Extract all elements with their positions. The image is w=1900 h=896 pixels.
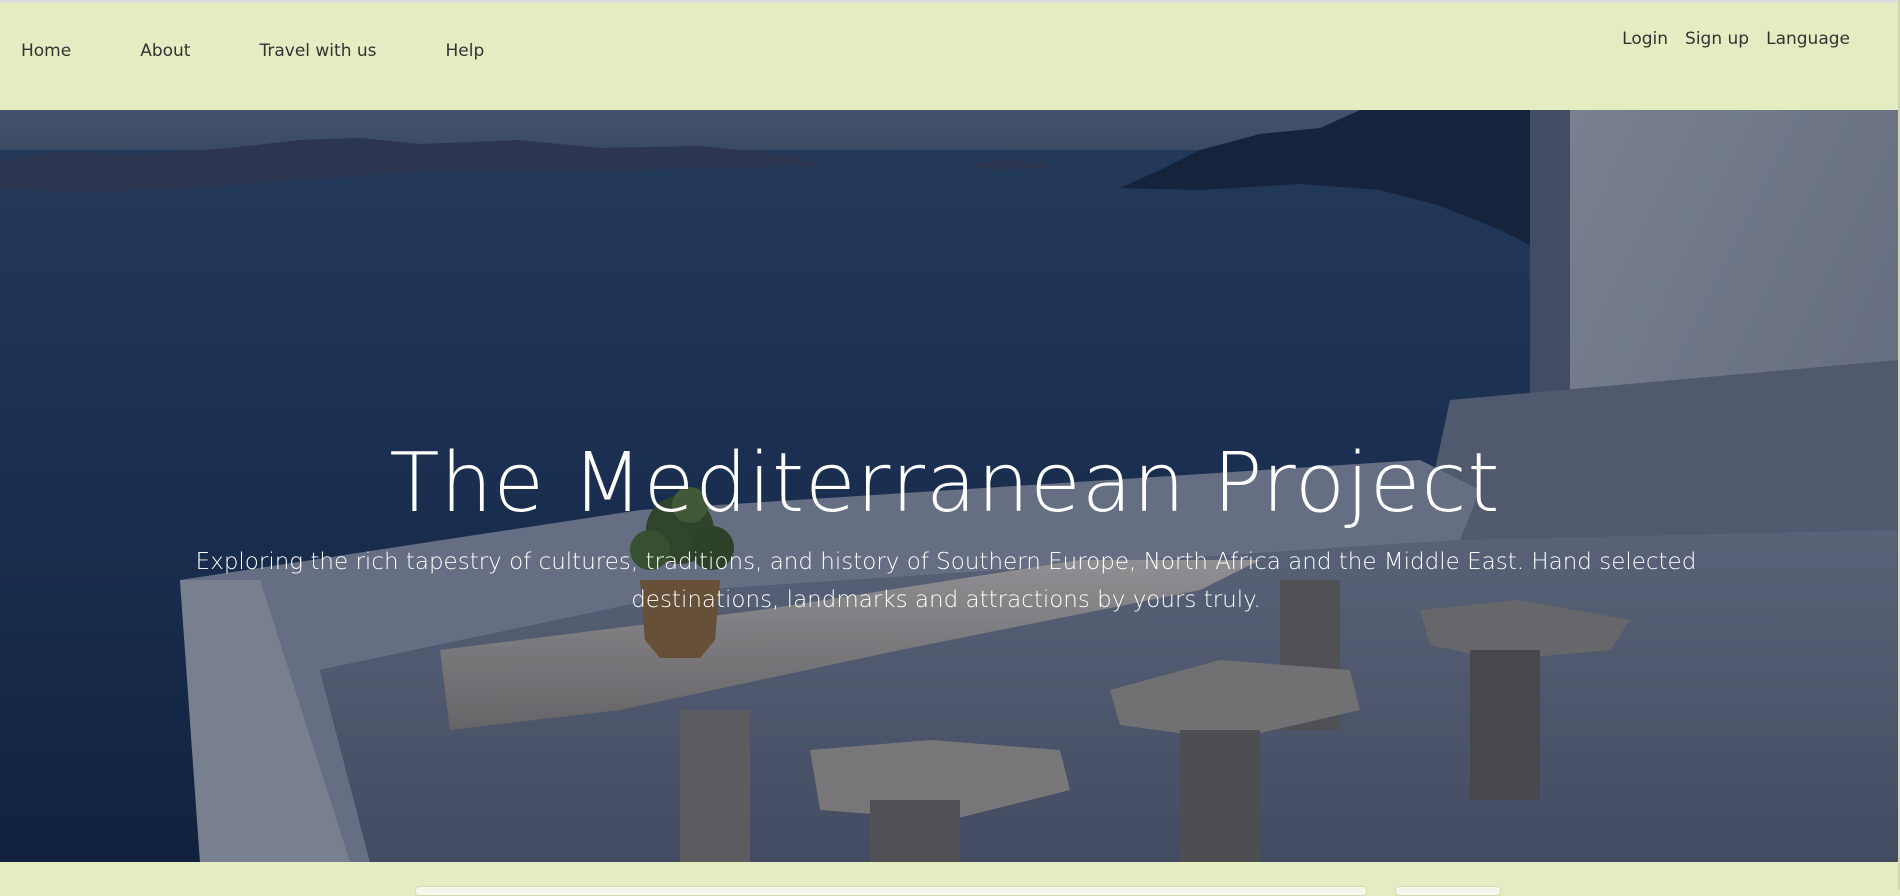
search-field-partial[interactable]: [415, 886, 1367, 896]
language-link[interactable]: Language: [1766, 29, 1850, 49]
hero-banner: The Mediterranean Project Exploring the …: [0, 110, 1898, 862]
nav-travel-with-us-link[interactable]: Travel with us: [259, 41, 376, 61]
primary-nav: Home About Travel with us Help: [21, 41, 484, 61]
nav-about-link[interactable]: About: [140, 41, 190, 61]
account-nav: Login Sign up Language: [1622, 29, 1850, 49]
hero-subtitle: Exploring the rich tapestry of cultures,…: [195, 549, 1697, 613]
search-button-partial[interactable]: [1395, 886, 1501, 896]
nav-home-link[interactable]: Home: [21, 41, 71, 61]
nav-help-link[interactable]: Help: [446, 41, 485, 61]
top-navigation-bar: Home About Travel with us Help Login Sig…: [0, 0, 1900, 110]
login-link[interactable]: Login: [1622, 29, 1668, 49]
signup-link[interactable]: Sign up: [1685, 29, 1749, 49]
hero-title: The Mediterranean Project: [389, 435, 1501, 531]
